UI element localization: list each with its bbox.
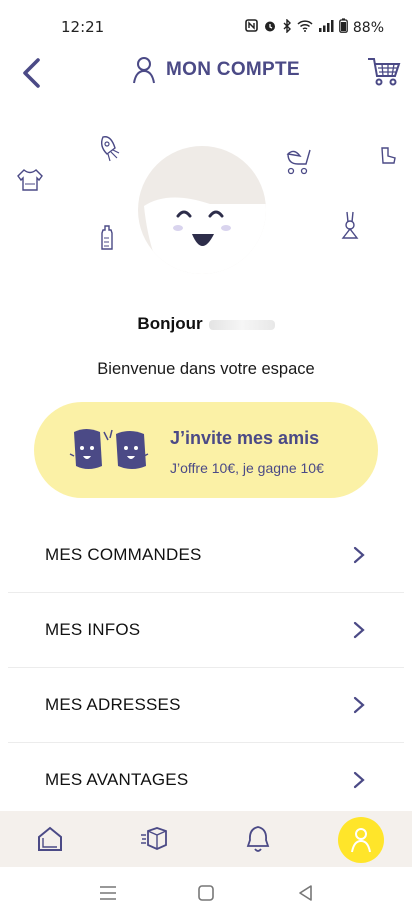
nav-home[interactable] (28, 817, 72, 861)
stroller-icon (286, 149, 311, 175)
cart-button[interactable] (366, 54, 402, 90)
bluetooth-icon (282, 17, 292, 37)
chevron-right-icon (353, 696, 365, 714)
nfc-icon (245, 19, 258, 36)
blurred-user-name (208, 319, 275, 330)
nav-account[interactable] (338, 817, 384, 863)
status-time: 12:21 (61, 18, 105, 36)
sweater-icon (17, 169, 43, 191)
page-title: MON COMPTE (166, 59, 300, 80)
status-icons: 88% (245, 17, 384, 37)
menu-item-label: MES INFOS (45, 620, 141, 639)
menu-item-label: MES ADRESSES (45, 695, 181, 714)
invite-title: J’invite mes amis (170, 428, 320, 448)
page-title-group: MON COMPTE (132, 56, 300, 84)
invite-friends-banner[interactable]: J’invite mes amis J’offre 10€, je gagne … (34, 402, 378, 498)
header: MON COMPTE (0, 52, 412, 92)
account-menu: MES COMMANDES MES INFOS MES ADRESSES MES… (8, 518, 404, 818)
user-icon (133, 57, 155, 84)
nav-notifications[interactable] (236, 817, 280, 861)
recent-apps-icon[interactable] (96, 881, 120, 905)
rabbit-toy-icon (341, 211, 359, 239)
nav-orders[interactable] (132, 817, 176, 861)
bottom-nav (0, 811, 412, 867)
chevron-left-icon (23, 58, 40, 88)
home-icon (38, 826, 62, 851)
chevron-right-icon (353, 621, 365, 639)
cart-icon (368, 58, 401, 86)
menu-item-info[interactable]: MES INFOS (8, 593, 404, 668)
baby-bottle-icon (101, 225, 113, 250)
battery-icon (339, 18, 348, 37)
baby-shoe-icon (381, 147, 396, 164)
menu-item-orders[interactable]: MES COMMANDES (8, 518, 404, 593)
signal-icon (318, 19, 334, 36)
battery-percent: 88% (352, 19, 384, 36)
menu-item-benefits[interactable]: MES AVANTAGES (8, 743, 404, 818)
greeting: Bonjour (0, 314, 412, 334)
menu-item-label: MES AVANTAGES (45, 770, 189, 789)
back-system-icon[interactable] (294, 881, 318, 905)
chevron-right-icon (353, 546, 365, 564)
notifications-bell-icon (246, 826, 270, 852)
back-button[interactable] (18, 56, 48, 90)
greeting-text: Bonjour (137, 314, 203, 333)
menu-item-label: MES COMMANDES (45, 545, 202, 564)
alarm-icon (263, 19, 277, 37)
home-system-icon[interactable] (194, 881, 218, 905)
invite-subtitle: J’offre 10€, je gagne 10€ (170, 460, 324, 476)
two-friends-toast-icon (69, 429, 149, 469)
chevron-right-icon (353, 771, 365, 789)
status-bar: 12:21 88% (0, 0, 412, 52)
welcome-text: Bienvenue dans votre espace (97, 360, 315, 378)
menu-item-addresses[interactable]: MES ADRESSES (8, 668, 404, 743)
smiling-face-icon (144, 197, 266, 274)
avatar (138, 146, 266, 274)
account-user-icon (351, 828, 371, 853)
rocket-icon (100, 136, 120, 162)
system-nav-bar (0, 867, 412, 918)
orders-box-icon (141, 827, 167, 850)
wifi-icon (297, 19, 313, 36)
